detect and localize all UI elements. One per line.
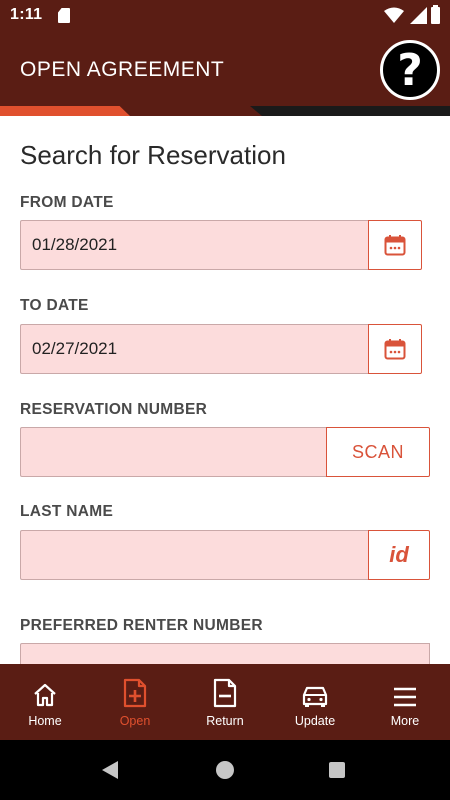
from-date-calendar-button[interactable]: [368, 220, 422, 270]
reservation-number-label: RESERVATION NUMBER: [20, 401, 208, 418]
to-date-calendar-button[interactable]: [368, 324, 422, 374]
status-bar: 1:11: [0, 0, 450, 32]
last-name-label: LAST NAME: [20, 503, 114, 520]
recent-apps-icon[interactable]: [329, 762, 345, 778]
back-icon[interactable]: [102, 761, 118, 779]
to-date-value: 02/27/2021: [32, 339, 118, 358]
nav-home-label: Home: [28, 714, 62, 728]
to-date-field[interactable]: 02/27/2021: [20, 324, 368, 374]
home-icon: [34, 683, 56, 707]
from-date-label: FROM DATE: [20, 194, 114, 211]
document-plus-icon: [123, 678, 147, 708]
wifi-icon: [384, 7, 404, 23]
battery-icon: [431, 5, 440, 24]
nav-return-label: Return: [206, 714, 244, 728]
help-icon: ?: [397, 44, 423, 96]
reservation-number-field[interactable]: [20, 427, 326, 477]
from-date-value: 01/28/2021: [32, 235, 118, 254]
section-heading: Search for Reservation: [20, 140, 286, 170]
status-time: 1:11: [10, 6, 43, 23]
document-minus-icon: [213, 678, 237, 708]
id-icon: id: [389, 542, 409, 567]
scan-button-label: SCAN: [351, 441, 404, 462]
system-nav-bar: [0, 740, 450, 800]
calendar-icon: [384, 235, 406, 256]
calendar-icon: [384, 339, 406, 360]
id-scan-button[interactable]: id: [368, 530, 430, 580]
home-button-icon[interactable]: [216, 761, 234, 779]
to-date-label: TO DATE: [20, 297, 89, 314]
car-icon: [302, 686, 328, 707]
preferred-renter-number-label: PREFERRED RENTER NUMBER: [20, 617, 263, 634]
nav-update[interactable]: Update: [270, 664, 360, 740]
nav-more[interactable]: More: [360, 664, 450, 740]
last-name-field[interactable]: [20, 530, 368, 580]
app-bar: OPEN AGREEMENT ?: [0, 32, 450, 116]
signal-icon: [410, 7, 427, 24]
accent-stripe-left: [0, 106, 130, 116]
page-title: OPEN AGREEMENT: [20, 58, 225, 81]
header-accent-stripe: [0, 106, 450, 116]
preferred-renter-number-field[interactable]: [20, 643, 430, 664]
from-date-field[interactable]: 01/28/2021: [20, 220, 368, 270]
nav-open-label: Open: [119, 714, 151, 728]
nav-update-label: Update: [294, 714, 336, 728]
nav-open[interactable]: Open: [90, 664, 180, 740]
nav-return[interactable]: Return: [180, 664, 270, 740]
nav-home[interactable]: Home: [0, 664, 90, 740]
sd-card-icon: [58, 8, 70, 23]
nav-more-label: More: [390, 714, 420, 728]
scan-button[interactable]: SCAN: [326, 427, 430, 477]
menu-icon: [394, 687, 416, 707]
search-form: Search for Reservation FROM DATE 01/28/2…: [0, 116, 450, 664]
help-button[interactable]: ?: [380, 40, 440, 100]
bottom-nav: Home Open Return Update More: [0, 664, 450, 740]
accent-stripe-right: [250, 106, 450, 116]
